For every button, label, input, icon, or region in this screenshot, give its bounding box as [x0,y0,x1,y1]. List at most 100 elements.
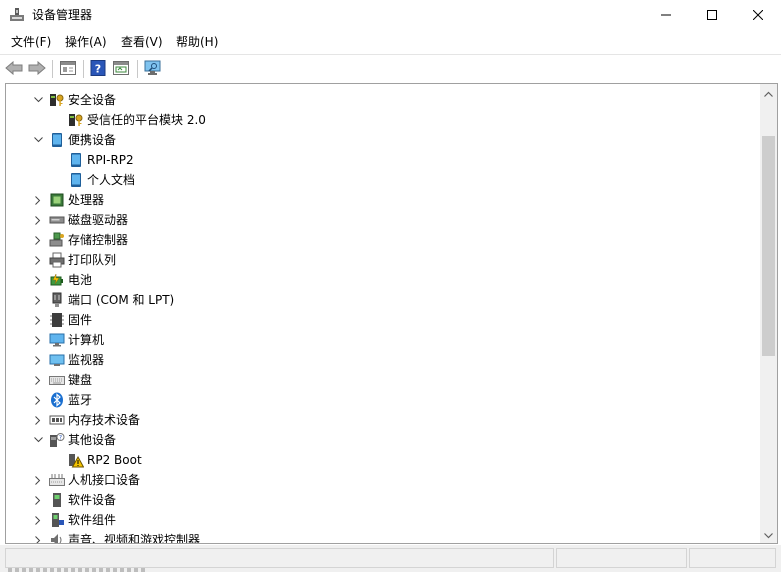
tree-node-label: 端口 (COM 和 LPT) [68,293,175,307]
tree-node-storage-controllers[interactable]: 存储控制器 [31,230,128,250]
toolbar-separator [83,60,84,78]
tree-node-label: 软件设备 [68,493,117,507]
menu-bar: 文件(F) 操作(A) 查看(V) 帮助(H) [0,31,781,54]
bluetooth-icon [49,392,65,408]
collapse-chevron-icon[interactable] [31,90,45,110]
tree-leaf-tpm[interactable]: 受信任的平台模块 2.0 [50,110,206,130]
view-button[interactable] [110,59,132,79]
close-icon [752,9,764,23]
port-icon [49,292,65,308]
back-arrow-icon [5,60,23,78]
tree-node-other-devices[interactable]: ? 其他设备 [31,430,116,450]
device-tree[interactable]: 安全设备 受信任的平台模块 2.0 便携设备 RPI-RP2 个人文档 处理器 … [6,84,760,543]
tree-node-label: 蓝牙 [68,393,93,407]
vertical-scrollbar[interactable] [760,84,777,543]
tree-node-label: 受信任的平台模块 2.0 [87,113,206,127]
tree-leaf-rpi-rp2[interactable]: RPI-RP2 [50,150,134,170]
tree-node-disk-drives[interactable]: 磁盘驱动器 [31,210,128,230]
expand-chevron-icon[interactable] [31,230,45,250]
menu-view[interactable]: 查看(V) [121,35,163,50]
security-key-icon [49,92,65,108]
svg-text:?: ? [95,62,101,75]
help-button[interactable]: ? [87,59,109,79]
status-pane-secondary [556,548,687,568]
close-button[interactable] [735,0,781,31]
tree-node-keyboards[interactable]: 键盘 [31,370,92,390]
battery-icon [49,272,65,288]
scan-monitor-icon [144,60,162,79]
maximize-button[interactable] [689,0,735,31]
properties-button[interactable] [57,59,79,79]
tree-node-label: 处理器 [68,193,105,207]
expand-chevron-icon[interactable] [31,390,45,410]
expand-chevron-icon[interactable] [31,290,45,310]
scan-hardware-button[interactable] [142,59,164,79]
tree-node-label: 电池 [68,273,93,287]
tree-node-print-queues[interactable]: 打印队列 [31,250,116,270]
expand-chevron-icon[interactable] [31,270,45,290]
tree-node-sound-video-game[interactable]: 声音、视频和游戏控制器 [31,530,200,543]
back-button[interactable] [3,59,25,79]
tree-node-monitors[interactable]: 监视器 [31,350,104,370]
tree-node-label: 磁盘驱动器 [68,213,129,227]
status-pane-tertiary [689,548,776,568]
expand-chevron-icon[interactable] [31,370,45,390]
toolbar-separator [137,60,138,78]
firmware-icon [49,312,65,328]
expand-chevron-icon[interactable] [31,350,45,370]
expand-chevron-icon[interactable] [31,470,45,490]
tree-node-bluetooth[interactable]: 蓝牙 [31,390,92,410]
toolbar-separator [52,60,53,78]
status-pane-main [5,548,554,568]
tree-node-label: 声音、视频和游戏控制器 [68,533,201,543]
expand-chevron-icon[interactable] [31,410,45,430]
view-icon [113,60,129,78]
menu-action[interactable]: 操作(A) [65,35,107,50]
warning-device-icon [68,452,84,468]
expand-chevron-icon[interactable] [31,310,45,330]
expand-chevron-icon[interactable] [31,330,45,350]
expand-chevron-icon[interactable] [31,490,45,510]
monitor-icon [49,352,65,368]
tree-node-computer[interactable]: 计算机 [31,330,104,350]
expand-chevron-icon[interactable] [31,210,45,230]
expand-chevron-icon[interactable] [31,530,45,543]
expand-chevron-icon[interactable] [31,510,45,530]
expand-chevron-icon[interactable] [31,190,45,210]
computer-icon [49,332,65,348]
tree-node-label: 其他设备 [68,433,117,447]
collapse-chevron-icon[interactable] [31,130,45,150]
other-device-icon: ? [49,432,65,448]
tree-node-ports[interactable]: 端口 (COM 和 LPT) [31,290,174,310]
tree-node-processors[interactable]: 处理器 [31,190,104,210]
forward-button[interactable] [26,59,48,79]
tree-node-label: 存储控制器 [68,233,129,247]
tree-node-firmware[interactable]: 固件 [31,310,92,330]
memory-device-icon [49,412,65,428]
tree-node-label: 便携设备 [68,133,117,147]
tree-leaf-personal-docs[interactable]: 个人文档 [50,170,135,190]
expand-chevron-icon[interactable] [31,250,45,270]
tree-node-memory-tech[interactable]: 内存技术设备 [31,410,140,430]
storage-controller-icon [49,232,65,248]
portable-device-icon [49,132,65,148]
tree-node-label: 个人文档 [87,173,136,187]
tree-node-portable-devices[interactable]: 便携设备 [31,130,116,150]
tree-node-software-components[interactable]: 软件组件 [31,510,116,530]
tree-node-software-devices[interactable]: 软件设备 [31,490,116,510]
menu-help[interactable]: 帮助(H) [176,35,218,50]
collapse-chevron-icon[interactable] [31,430,45,450]
tree-leaf-rp2-boot[interactable]: RP2 Boot [50,450,142,470]
tree-node-security-devices[interactable]: 安全设备 [31,90,116,110]
minimize-button[interactable] [643,0,689,31]
scrollbar-thumb[interactable] [762,136,775,356]
scroll-down-button[interactable] [760,526,777,543]
scroll-up-button[interactable] [760,84,777,101]
tree-node-batteries[interactable]: 电池 [31,270,92,290]
minimize-icon [661,9,671,23]
chevron-up-icon [764,86,773,100]
menu-file[interactable]: 文件(F) [11,35,51,50]
tree-node-label: 打印队列 [68,253,117,267]
tree-node-hid[interactable]: 人机接口设备 [31,470,140,490]
portable-device-icon [68,152,84,168]
